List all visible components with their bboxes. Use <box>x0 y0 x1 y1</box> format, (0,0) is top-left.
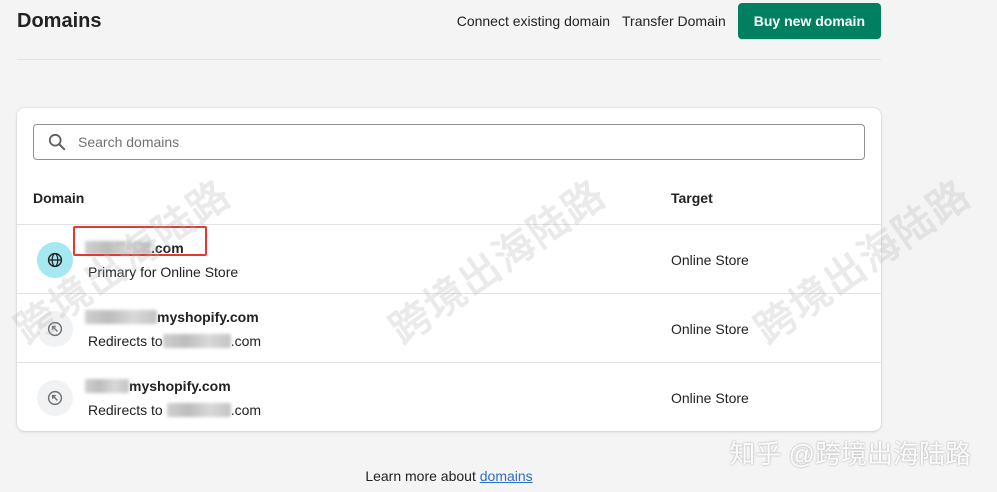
column-header-domain: Domain <box>33 190 85 206</box>
redirect-arrow-icon <box>37 380 73 416</box>
redacted-text <box>162 334 231 348</box>
transfer-domain-button[interactable]: Transfer Domain <box>622 13 726 29</box>
search-input[interactable] <box>76 133 820 151</box>
search-field[interactable] <box>33 124 865 160</box>
domain-subtitle: Redirects to .com <box>88 402 262 418</box>
domain-target: Online Store <box>671 390 749 406</box>
page-title: Domains <box>17 10 102 32</box>
table-row[interactable]: myshopify.com Redirects to .com Online S… <box>17 294 881 363</box>
domain-name[interactable]: myshopify.com <box>85 309 259 325</box>
redacted-text <box>85 379 129 393</box>
domain-subtitle: Redirects to .com <box>88 333 262 349</box>
redacted-text <box>166 403 231 417</box>
redacted-text <box>85 310 157 324</box>
globe-icon <box>37 242 73 278</box>
domains-card: Domain Target .com Primary for Online St… <box>17 108 881 431</box>
buy-new-domain-button[interactable]: Buy new domain <box>737 3 881 39</box>
domain-subtitle: Primary for Online Store <box>88 264 239 280</box>
redirect-arrow-icon <box>37 311 73 347</box>
domain-target: Online Store <box>671 252 749 268</box>
connect-existing-domain-button[interactable]: Connect existing domain <box>457 13 610 29</box>
domain-target: Online Store <box>671 321 749 337</box>
table-header: Domain Target <box>17 174 881 225</box>
page-header: Domains Connect existing domain Transfer… <box>17 0 881 60</box>
watermark-corner: 知乎 @跨境出海陆路 <box>729 439 971 469</box>
domains-help-link[interactable]: domains <box>480 468 533 484</box>
footer-text: Learn more about <box>365 468 476 484</box>
header-actions: Connect existing domain Transfer Domain … <box>457 3 881 39</box>
domain-name[interactable]: myshopify.com <box>85 378 231 394</box>
search-icon <box>48 133 66 151</box>
table-row[interactable]: myshopify.com Redirects to .com Online S… <box>17 363 881 431</box>
column-header-target: Target <box>671 190 713 206</box>
highlight-box <box>73 226 207 256</box>
